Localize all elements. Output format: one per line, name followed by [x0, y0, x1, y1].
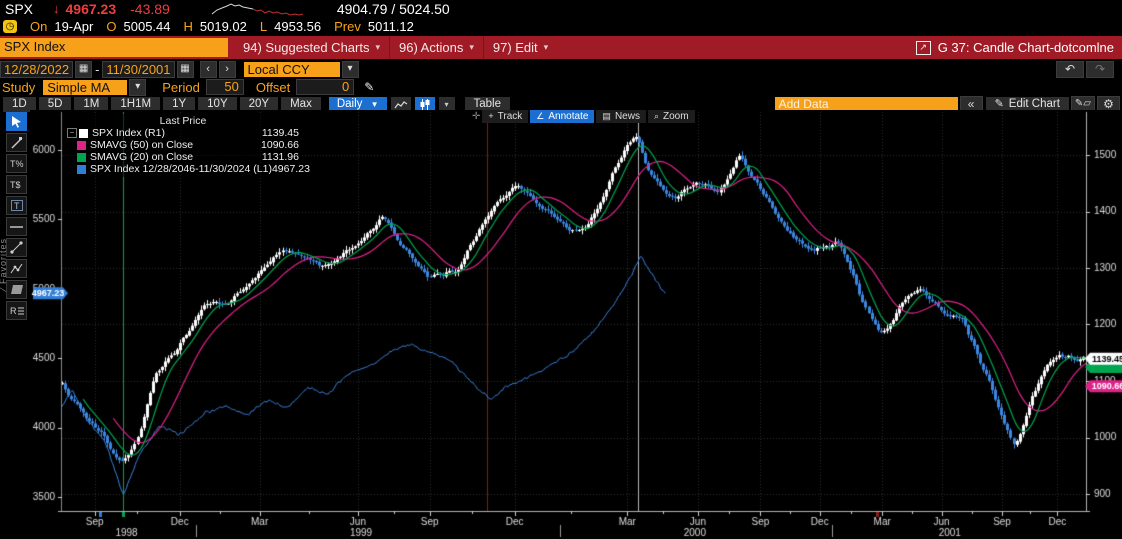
drawing-tools-column: T% T$ T R	[6, 112, 29, 322]
open-value: 5005.44	[123, 18, 171, 34]
menu-item-2[interactable]: 96) Actions ▾	[389, 36, 483, 59]
polyline-tool-button[interactable]	[6, 259, 27, 278]
next-range-button[interactable]: ›	[218, 60, 236, 78]
svg-text:T%: T%	[10, 159, 24, 169]
price-sparkline	[211, 2, 303, 16]
annotate-button[interactable]: ∠ Annotate	[530, 109, 595, 123]
legend-row[interactable]: − SPX Index (R1) 1139.45	[67, 127, 299, 139]
series-swatch-icon	[77, 140, 86, 150]
low-label: L	[259, 18, 268, 34]
text-percent-tool-button[interactable]: T%	[6, 154, 27, 173]
prev-label: Prev	[334, 18, 361, 34]
horizontal-line-tool-button[interactable]	[6, 217, 27, 236]
price-change: -43.89	[130, 0, 170, 17]
svg-text:T: T	[14, 201, 20, 211]
start-calendar-icon[interactable]: ▦	[75, 60, 93, 78]
last-price: 4967.23	[65, 0, 117, 17]
low-value: 4953.56	[274, 18, 322, 34]
export-icon[interactable]: ↗	[915, 40, 931, 55]
svg-text:R: R	[10, 306, 17, 316]
chart-legend: Last Price − SPX Index (R1) 1139.45 SMAVG (…	[64, 114, 310, 177]
news-button[interactable]: ▤ News	[596, 109, 646, 123]
chart-mini-toolbar: ✛ + Track ∠ Annotate ▤ News ⌕ Zoom	[472, 109, 695, 123]
function-menubar: SPX Index 94) Suggested Charts ▾ 96) Actio…	[0, 36, 1122, 59]
regression-tool-button[interactable]: R	[6, 301, 27, 320]
line-chart-icon	[394, 100, 407, 108]
bloomberg-terminal-window: SPX ↓ 4967.23 -43.89 4904.79 / 5024.50 ◷…	[0, 0, 1122, 539]
legend-header: Last Price	[159, 115, 207, 127]
period-label: Period	[162, 79, 200, 95]
track-crosshair-icon: +	[488, 111, 494, 121]
quote-date: 19-Apr	[54, 18, 94, 34]
offset-label: Offset	[255, 79, 291, 95]
range-dash: -	[95, 61, 100, 77]
start-date-input[interactable]: 12/28/2022	[0, 60, 74, 78]
redo-button[interactable]: ↷	[1086, 60, 1114, 78]
on-label: On	[30, 18, 48, 34]
security-input[interactable]: SPX Index	[0, 38, 228, 57]
candle-chart-icon	[420, 98, 430, 110]
end-calendar-icon[interactable]: ▦	[176, 60, 194, 78]
edit-study-pencil-icon[interactable]: ✎	[364, 80, 374, 94]
frequency-label: Daily	[336, 97, 363, 110]
track-button[interactable]: + Track	[482, 109, 529, 123]
legend-row[interactable]: SMAVG (50) on Close 1090.66	[67, 139, 299, 151]
prev-range-button[interactable]: ‹	[199, 60, 217, 78]
end-date-input[interactable]: 11/30/2001	[102, 60, 175, 78]
down-arrow-icon: ↓	[53, 1, 60, 16]
drag-handle-icon[interactable]: ✛	[472, 111, 480, 122]
favorites-tab[interactable]: ∕ Favorites	[0, 160, 8, 290]
study-label: Study	[2, 79, 36, 95]
open-label: O	[106, 18, 117, 34]
legend-row[interactable]: SMAVG (20) on Close 1131.96	[67, 151, 299, 163]
study-caret-icon[interactable]: ▾	[129, 78, 147, 96]
collapse-legend-icon[interactable]: −	[67, 128, 77, 138]
menu-item-3[interactable]: 97) Edit ▾	[482, 36, 557, 59]
text-dollar-tool-button[interactable]: T$	[6, 175, 27, 194]
series-swatch-icon	[77, 164, 86, 174]
trendline-tool-button[interactable]	[6, 133, 27, 152]
annotate-pencil-icon: ∠	[536, 110, 545, 121]
menu-items: 94) Suggested Charts ▾ 96) Actions ▾ 97) Edi…	[228, 36, 557, 59]
gauge-icon: ◷	[3, 19, 17, 33]
currency-caret-icon[interactable]: ▾	[341, 60, 359, 78]
text-tool-button[interactable]: T	[6, 196, 27, 215]
menu-item-1[interactable]: 94) Suggested Charts ▾	[234, 36, 389, 59]
date-range-bar: 12/28/2022 ▦ - 11/30/2001 ▦ ‹ › Local CC…	[0, 60, 1122, 78]
ticker: SPX	[5, 0, 34, 17]
caret-down-icon: ▾	[469, 42, 474, 52]
study-bar: Study Simple MA ▾ Period 50 Offset 0 ✎	[0, 78, 1122, 96]
legend-row[interactable]: SPX Index 12/28/2046-11/30/2024 (L1) 4967…	[67, 163, 310, 175]
zoom-magnifier-icon: ⌕	[653, 110, 659, 121]
study-select[interactable]: Simple MA	[43, 79, 128, 95]
segment-tool-button[interactable]	[6, 238, 27, 257]
prev-value: 5011.12	[367, 18, 414, 34]
quote-line-2: ◷ On 19-Apr O 5005.44 H 5019.02 L 4953.5…	[0, 17, 1122, 35]
svg-text:T$: T$	[10, 180, 21, 190]
quote-line-1: SPX ↓ 4967.23 -43.89 4904.79 / 5024.50	[0, 0, 1122, 17]
caret-down-icon: ▾	[543, 42, 549, 52]
bid-ask: 4904.79 / 5024.50	[336, 0, 450, 17]
series-swatch-icon	[77, 152, 86, 162]
cursor-tool-button[interactable]	[6, 112, 27, 131]
high-label: H	[183, 18, 193, 34]
zoom-button[interactable]: ⌕ Zoom	[647, 109, 695, 123]
channel-tool-button[interactable]	[6, 280, 27, 299]
chart-function-title: G 37: Candle Chart-dotcomlne	[937, 40, 1114, 55]
period-input[interactable]: 50	[205, 79, 244, 95]
high-value: 5019.02	[199, 18, 247, 34]
series-swatch-icon	[79, 128, 88, 138]
undo-button[interactable]: ↶	[1056, 60, 1084, 78]
currency-select[interactable]: Local CCY	[243, 61, 340, 77]
news-icon: ▤	[602, 110, 611, 121]
legend-rows: − SPX Index (R1) 1139.45 SMAVG (50) on Clos…	[67, 127, 310, 175]
offset-input[interactable]: 0	[296, 79, 355, 95]
frequency-caret-icon: ▼	[370, 99, 379, 109]
caret-down-icon: ▾	[375, 42, 380, 52]
